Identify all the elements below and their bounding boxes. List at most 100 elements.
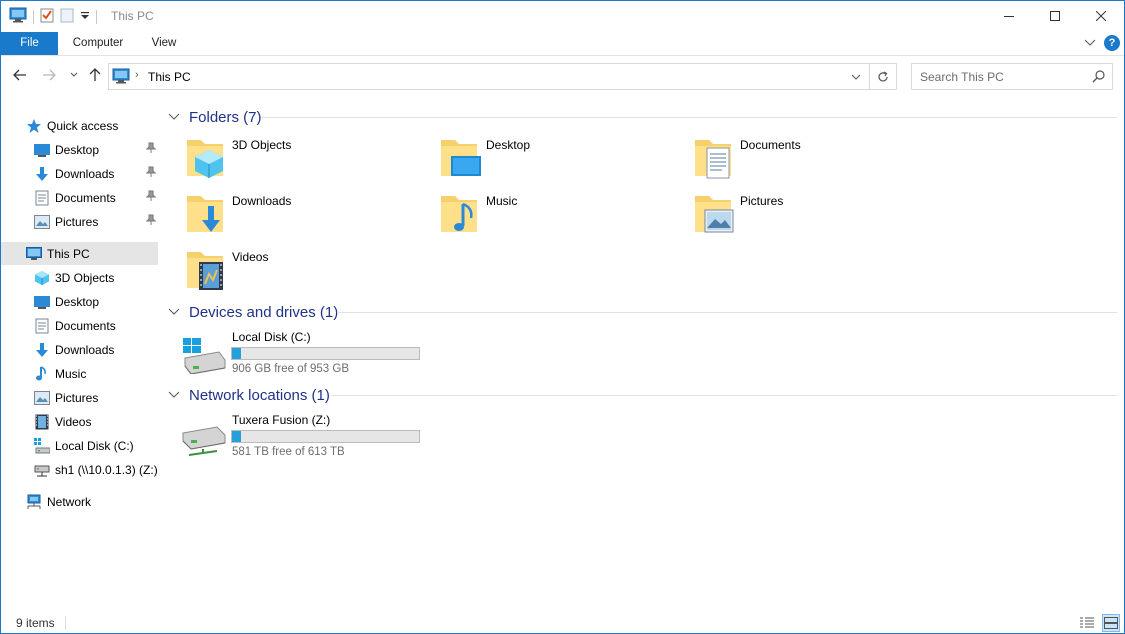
sidebar-item-label: Downloads xyxy=(55,342,115,357)
sidebar-item-pictures-quick[interactable]: Pictures xyxy=(34,210,157,233)
breadcrumb-this-pc[interactable]: This PC xyxy=(148,70,191,84)
folder-pictures[interactable]: Pictures xyxy=(695,192,935,244)
drive-free-space: 906 GB free of 953 GB xyxy=(232,363,349,375)
tab-view[interactable]: View xyxy=(138,32,190,55)
pin-icon[interactable] xyxy=(145,190,157,205)
address-dropdown-button[interactable] xyxy=(846,64,866,89)
sidebar-item-pictures[interactable]: Pictures xyxy=(34,386,156,409)
expand-ribbon-icon[interactable] xyxy=(1084,36,1096,50)
network-drive-icon xyxy=(181,421,227,460)
up-button[interactable] xyxy=(86,66,104,84)
sidebar-item-desktop[interactable]: Desktop xyxy=(34,290,156,313)
back-button[interactable] xyxy=(11,66,29,84)
drive-local-disk-c[interactable]: Local Disk (C:) 906 GB free of 953 GB xyxy=(181,330,441,380)
folder-desktop[interactable]: Desktop xyxy=(441,136,681,188)
sidebar-item-label: Pictures xyxy=(55,390,99,405)
title-bar: This PC xyxy=(1,1,1124,32)
sidebar-item-label: 3D Objects xyxy=(55,270,115,285)
search-box[interactable]: Search This PC xyxy=(911,63,1113,90)
pin-icon[interactable] xyxy=(145,166,157,181)
star-icon xyxy=(26,118,42,134)
chevron-down-icon[interactable] xyxy=(167,308,181,316)
folder-name: 3D Objects xyxy=(232,138,292,152)
pin-icon[interactable] xyxy=(145,214,157,229)
customize-dropdown-icon[interactable] xyxy=(80,10,90,24)
folder-documents[interactable]: Documents xyxy=(695,136,935,188)
group-divider xyxy=(261,117,1117,118)
forward-button[interactable] xyxy=(40,66,58,84)
pin-icon[interactable] xyxy=(145,142,157,157)
windows-drive-icon xyxy=(34,437,50,454)
sidebar-item-local-disk-c[interactable]: Local Disk (C:) xyxy=(34,434,156,457)
folder-name: Documents xyxy=(740,138,801,152)
chevron-down-icon[interactable] xyxy=(167,391,181,399)
group-title: Network locations (1) xyxy=(189,386,330,404)
drive-usage-bar xyxy=(231,430,420,443)
sidebar-item-music[interactable]: Music xyxy=(34,362,156,385)
drive-tuxera-fusion-z[interactable]: Tuxera Fusion (Z:) 581 TB free of 613 TB xyxy=(181,413,441,463)
back-arrow-icon xyxy=(13,69,26,81)
close-button[interactable] xyxy=(1078,1,1124,31)
sidebar-item-label: Quick access xyxy=(47,118,119,133)
sidebar-item-downloads-quick[interactable]: Downloads xyxy=(34,162,157,185)
search-icon[interactable] xyxy=(1092,69,1106,86)
computer-icon xyxy=(26,246,42,262)
group-title: Folders (7) xyxy=(189,108,262,126)
new-folder-icon[interactable] xyxy=(60,7,74,26)
picture-icon xyxy=(695,192,743,240)
cube-icon xyxy=(187,136,235,184)
toolbar-separator xyxy=(33,9,34,24)
sidebar-item-label: Downloads xyxy=(55,166,115,181)
sidebar-item-label: Documents xyxy=(55,190,116,205)
tab-file[interactable]: File xyxy=(1,32,58,55)
folder-downloads[interactable]: Downloads xyxy=(187,192,427,244)
maximize-button[interactable] xyxy=(1032,1,1078,31)
minimize-button[interactable] xyxy=(986,1,1032,31)
network-icon xyxy=(26,494,42,510)
sidebar-item-desktop-quick[interactable]: Desktop xyxy=(34,138,157,161)
sidebar-item-documents-quick[interactable]: Documents xyxy=(34,186,157,209)
folder-videos[interactable]: Videos xyxy=(187,248,427,300)
sidebar-item-network[interactable]: Network xyxy=(26,490,154,513)
sidebar-item-label: sh1 (\\10.0.1.3) (Z:) xyxy=(55,462,158,477)
sidebar-item-quick-access[interactable]: Quick access xyxy=(26,114,154,137)
folder-music[interactable]: Music xyxy=(441,192,681,244)
folder-3d-objects[interactable]: 3D Objects xyxy=(187,136,427,188)
help-icon[interactable]: ? xyxy=(1104,35,1120,51)
refresh-button[interactable] xyxy=(869,64,896,89)
group-header-devices[interactable]: Devices and drives (1) xyxy=(167,302,338,322)
sidebar-item-label: This PC xyxy=(47,246,90,261)
download-arrow-icon xyxy=(187,192,235,240)
sidebar-item-documents[interactable]: Documents xyxy=(34,314,156,337)
breadcrumb-separator[interactable]: › xyxy=(135,69,139,81)
search-input[interactable]: Search This PC xyxy=(920,70,1004,84)
sidebar-item-label: Pictures xyxy=(55,214,99,229)
download-arrow-icon xyxy=(34,166,50,182)
tab-computer[interactable]: Computer xyxy=(58,32,138,55)
film-icon xyxy=(187,248,235,296)
folder-name: Music xyxy=(486,194,518,208)
recent-locations-button[interactable] xyxy=(65,66,83,84)
group-divider xyxy=(337,312,1117,313)
sidebar-item-this-pc[interactable]: This PC xyxy=(1,242,158,265)
chevron-down-icon xyxy=(851,74,861,80)
large-icons-view-icon[interactable] xyxy=(1102,614,1120,632)
group-header-folders[interactable]: Folders (7) xyxy=(167,107,262,127)
picture-icon xyxy=(34,214,50,230)
details-view-icon[interactable] xyxy=(1078,614,1096,632)
chevron-down-icon[interactable] xyxy=(167,113,181,121)
sidebar-item-3d-objects[interactable]: 3D Objects xyxy=(34,266,156,289)
drive-usage-fill xyxy=(232,431,242,442)
group-header-network-locations[interactable]: Network locations (1) xyxy=(167,385,330,405)
view-switcher xyxy=(1078,614,1120,632)
chevron-down-icon xyxy=(70,72,78,77)
file-explorer-window: This PC File Computer View ? › This PC S… xyxy=(0,0,1125,634)
drive-usage-fill xyxy=(232,348,242,359)
sidebar-item-videos[interactable]: Videos xyxy=(34,410,156,433)
maximize-icon xyxy=(1050,11,1060,21)
sidebar-item-downloads[interactable]: Downloads xyxy=(34,338,156,361)
computer-icon[interactable] xyxy=(9,7,27,26)
address-bar[interactable]: › This PC xyxy=(108,63,897,90)
properties-check-icon[interactable] xyxy=(40,7,54,26)
sidebar-item-network-drive-z[interactable]: sh1 (\\10.0.1.3) (Z:) xyxy=(34,458,158,481)
